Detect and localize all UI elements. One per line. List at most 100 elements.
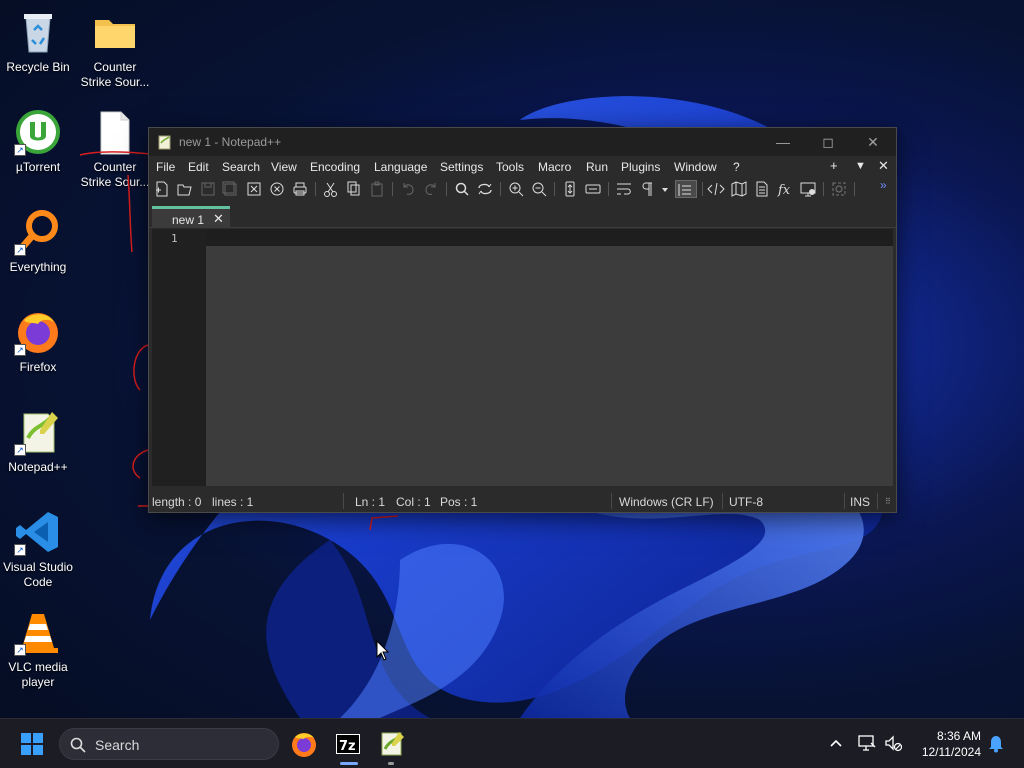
- folder-as-workspace-icon[interactable]: [799, 180, 819, 198]
- status-length: length : 0: [152, 495, 202, 509]
- firefox-icon: ↗: [14, 308, 62, 356]
- shortcut-arrow-icon: ↗: [14, 344, 26, 356]
- document-map-icon[interactable]: [730, 180, 750, 198]
- function-list-icon[interactable]: fx: [776, 180, 796, 198]
- menu-plugins[interactable]: Plugins: [621, 160, 660, 174]
- menu-settings[interactable]: Settings: [440, 160, 483, 174]
- save-icon[interactable]: [199, 180, 219, 198]
- copy-icon[interactable]: [345, 180, 365, 198]
- zoom-out-icon[interactable]: [530, 180, 550, 198]
- search-placeholder: Search: [95, 737, 140, 753]
- desktop-icon-vlc[interactable]: ↗ VLC media player: [0, 608, 76, 690]
- taskbar-clock[interactable]: 8:36 AM 12/11/2024: [905, 728, 981, 760]
- menu-edit[interactable]: Edit: [188, 160, 209, 174]
- maximize-button[interactable]: ◻: [805, 128, 851, 156]
- paste-icon[interactable]: [368, 180, 388, 198]
- new-file-icon[interactable]: [153, 180, 173, 198]
- menu-file[interactable]: File: [156, 160, 175, 174]
- toolbar-overflow-icon[interactable]: »: [880, 176, 894, 194]
- menu-tools[interactable]: Tools: [496, 160, 524, 174]
- status-separator: [611, 493, 612, 509]
- menu-language[interactable]: Language: [374, 160, 427, 174]
- desktop-icon-counter-strike-file[interactable]: Counter Strike Sour...: [77, 108, 153, 190]
- taskbar-search-box[interactable]: Search: [59, 728, 279, 760]
- menu-run[interactable]: Run: [586, 160, 608, 174]
- tab-close-icon[interactable]: ✕: [213, 211, 224, 227]
- undo-icon[interactable]: [399, 180, 419, 198]
- sync-horizontal-scroll-icon[interactable]: [584, 180, 604, 198]
- replace-icon[interactable]: [476, 180, 496, 198]
- show-all-dropdown-icon[interactable]: [659, 180, 671, 198]
- find-icon[interactable]: [453, 180, 473, 198]
- close-window-button[interactable]: ✕: [850, 128, 896, 156]
- status-column: Col : 1: [396, 495, 431, 509]
- menu-window[interactable]: Window: [674, 160, 717, 174]
- save-all-icon[interactable]: [221, 180, 241, 198]
- show-all-characters-icon[interactable]: [638, 180, 658, 198]
- shortcut-arrow-icon: ↗: [14, 144, 26, 156]
- shortcut-arrow-icon: ↗: [14, 644, 26, 656]
- open-file-icon[interactable]: [176, 180, 196, 198]
- notepadpp-icon[interactable]: [377, 729, 407, 759]
- close-all-icon[interactable]: [268, 180, 288, 198]
- resize-grip-icon[interactable]: ⠿: [885, 497, 891, 506]
- vlc-cone-icon: ↗: [14, 608, 62, 656]
- windows-start-icon[interactable]: [20, 732, 44, 756]
- xml-tag-icon[interactable]: [707, 180, 727, 198]
- monitoring-icon[interactable]: [830, 180, 850, 198]
- mouse-cursor-icon: [376, 640, 390, 661]
- status-bar: length : 0 lines : 1 Ln : 1 Col : 1 Pos …: [149, 490, 896, 512]
- volume-muted-icon[interactable]: [883, 733, 903, 753]
- status-encoding[interactable]: UTF-8: [729, 495, 763, 509]
- desktop-icon-notepadpp[interactable]: ↗ Notepad++: [0, 408, 76, 475]
- menu-macro[interactable]: Macro: [538, 160, 571, 174]
- chevron-up-icon[interactable]: [826, 733, 846, 753]
- notification-bell-icon[interactable]: [986, 733, 1006, 753]
- desktop-icon-recycle-bin[interactable]: Recycle Bin: [0, 8, 76, 75]
- firefox-icon[interactable]: [289, 729, 319, 759]
- desktop-icon-label: Firefox: [19, 360, 57, 374]
- desktop-icon-counter-strike-folder[interactable]: Counter Strike Sour...: [77, 8, 153, 90]
- document-list-icon[interactable]: [753, 180, 773, 198]
- minimize-button[interactable]: —: [760, 128, 806, 156]
- desktop-icon-firefox[interactable]: ↗ Firefox: [0, 308, 76, 375]
- new-tab-plus-icon[interactable]: +: [830, 158, 838, 173]
- desktop-icon-everything[interactable]: ↗ Everything: [0, 208, 76, 275]
- tab-new-1[interactable]: new 1 ✕: [152, 206, 230, 228]
- desktop-icon-utorrent[interactable]: ↗ µTorrent: [0, 108, 76, 175]
- status-eol[interactable]: Windows (CR LF): [619, 495, 714, 509]
- indent-guide-icon[interactable]: [675, 180, 697, 198]
- close-document-icon[interactable]: ✕: [878, 158, 889, 174]
- menu-encoding[interactable]: Encoding: [310, 160, 360, 174]
- tab-list-dropdown-icon[interactable]: ▼: [855, 160, 866, 172]
- editor-area[interactable]: 1: [152, 229, 893, 486]
- status-separator: [343, 493, 344, 509]
- line-number: 1: [171, 232, 178, 245]
- close-icon[interactable]: [245, 180, 265, 198]
- status-separator: [722, 493, 723, 509]
- notepadpp-window[interactable]: new 1 - Notepad++ — ◻ ✕ File Edit Search…: [148, 127, 897, 513]
- recycle-bin-icon: [14, 8, 62, 56]
- current-line-highlight: [206, 229, 893, 246]
- menu-search[interactable]: Search: [222, 160, 260, 174]
- sync-vertical-scroll-icon[interactable]: [561, 180, 581, 198]
- print-icon[interactable]: [291, 180, 311, 198]
- menu-view[interactable]: View: [271, 160, 297, 174]
- menu-help[interactable]: ?: [733, 160, 740, 174]
- redo-icon[interactable]: [422, 180, 442, 198]
- status-insert-mode[interactable]: INS: [850, 495, 870, 509]
- desktop-icon-label: Counter Strike Sour...: [80, 60, 150, 89]
- notepadpp-icon: ↗: [14, 408, 62, 456]
- 7zip-icon[interactable]: 7z: [333, 729, 363, 759]
- toolbar-separator: [854, 182, 855, 196]
- cut-icon[interactable]: [322, 180, 342, 198]
- word-wrap-icon[interactable]: [615, 180, 635, 198]
- toolbar-separator: [315, 182, 316, 196]
- status-lines: lines : 1: [212, 495, 254, 509]
- desktop-icon-label: VLC media player: [8, 660, 68, 689]
- zoom-in-icon[interactable]: [507, 180, 527, 198]
- desktop-icon-vscode[interactable]: ↗ Visual Studio Code: [0, 508, 76, 590]
- toolbar-separator: [702, 182, 703, 196]
- network-icon[interactable]: [857, 733, 877, 753]
- title-bar[interactable]: new 1 - Notepad++ — ◻ ✕: [149, 128, 896, 156]
